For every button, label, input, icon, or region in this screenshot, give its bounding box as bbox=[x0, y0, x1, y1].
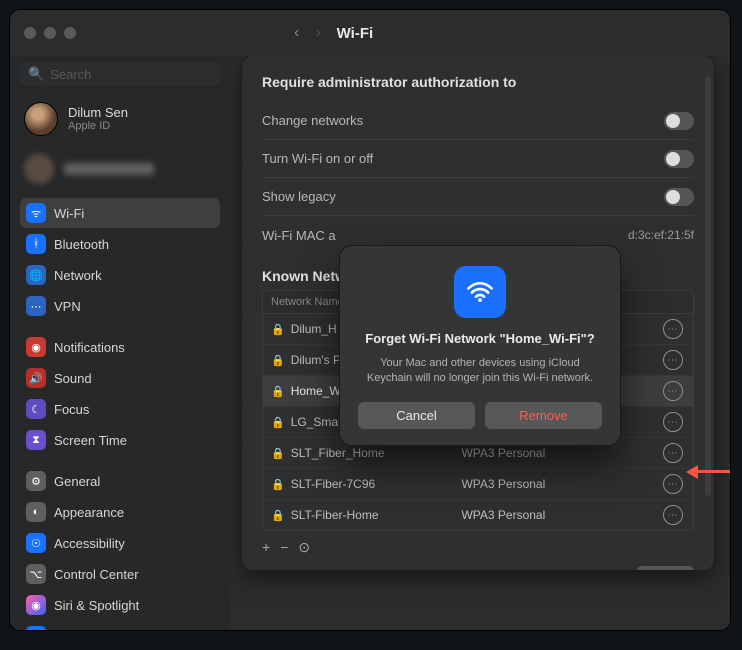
sidebar-item-screentime[interactable]: ⧗ Screen Time bbox=[20, 425, 220, 455]
lock-icon: 🔒 bbox=[271, 323, 285, 336]
options-button[interactable]: ⊙ bbox=[298, 539, 310, 556]
back-button[interactable]: ‹ bbox=[294, 24, 299, 42]
add-button[interactable]: + bbox=[262, 539, 270, 556]
toggle[interactable] bbox=[664, 150, 694, 168]
table-row[interactable]: 🔒SLT-Fiber-7C96WPA3 Personal⋯ bbox=[263, 469, 693, 500]
sound-icon: 🔊 bbox=[26, 368, 46, 388]
user-sub: Apple ID bbox=[68, 120, 128, 132]
sidebar: 🔍 Search Dilum Sen Apple ID ᯤ Wi-Fi ᚼ bbox=[10, 56, 230, 630]
toggle[interactable] bbox=[664, 188, 694, 206]
globe-icon: 🌐 bbox=[26, 265, 46, 285]
sidebar-item-controlcenter[interactable]: ⌥ Control Center bbox=[20, 559, 220, 589]
row-more-icon[interactable]: ⋯ bbox=[663, 474, 683, 494]
turn-wifi-row: Turn Wi-Fi on or off bbox=[262, 140, 694, 178]
sidebar-item-bluetooth[interactable]: ᚼ Bluetooth bbox=[20, 229, 220, 259]
dialog-title: Forget Wi-Fi Network "Home_Wi-Fi"? bbox=[358, 330, 602, 348]
search-placeholder: Search bbox=[50, 67, 91, 82]
close-window-button[interactable] bbox=[24, 27, 36, 39]
lock-icon: 🔒 bbox=[271, 447, 285, 460]
hand-icon: ✋ bbox=[26, 626, 46, 630]
lock-icon: 🔒 bbox=[271, 354, 285, 367]
lock-icon: 🔒 bbox=[271, 385, 285, 398]
main-content: 🔒 🔗 🔒 ᯤ ⋯ 🔒 ᯤ ⋯ bbox=[230, 56, 730, 630]
forward-button[interactable]: › bbox=[315, 24, 320, 42]
sidebar-item-focus[interactable]: ☾ Focus bbox=[20, 394, 220, 424]
search-icon: 🔍 bbox=[28, 66, 44, 82]
admin-auth-heading: Require administrator authorization to bbox=[262, 74, 694, 90]
sidebar-item-sound[interactable]: 🔊 Sound bbox=[20, 363, 220, 393]
row-more-icon[interactable]: ⋯ bbox=[663, 412, 683, 432]
sidebar-item-wifi[interactable]: ᯤ Wi-Fi bbox=[20, 198, 220, 228]
bell-icon: ◉ bbox=[26, 337, 46, 357]
lock-icon: 🔒 bbox=[271, 509, 285, 522]
appearance-icon: ◐ bbox=[26, 502, 46, 522]
dialog-message: Your Mac and other devices using iCloud … bbox=[358, 356, 602, 387]
minimize-window-button[interactable] bbox=[44, 27, 56, 39]
table-toolbar: + − ⊙ bbox=[262, 539, 694, 556]
accessibility-icon: ☉ bbox=[26, 533, 46, 553]
mac-address-value: d:3c:ef:21:5f bbox=[628, 228, 694, 242]
apple-id-row[interactable]: Dilum Sen Apple ID bbox=[20, 96, 220, 142]
scrollbar[interactable] bbox=[705, 76, 711, 496]
forget-network-dialog: Forget Wi-Fi Network "Home_Wi-Fi"? Your … bbox=[340, 246, 620, 445]
user-name: Dilum Sen bbox=[68, 106, 128, 121]
system-settings-window: ‹ › Wi-Fi 🔍 Search Dilum Sen Apple ID bbox=[10, 10, 730, 630]
vpn-icon: ⋯ bbox=[26, 296, 46, 316]
done-button[interactable]: Done bbox=[637, 566, 694, 570]
sidebar-item-siri[interactable]: ◉ Siri & Spotlight bbox=[20, 590, 220, 620]
remove-button-small[interactable]: − bbox=[280, 539, 288, 556]
hourglass-icon: ⧗ bbox=[26, 430, 46, 450]
sidebar-item-network[interactable]: 🌐 Network bbox=[20, 260, 220, 290]
lock-icon: 🔒 bbox=[271, 416, 285, 429]
wifi-icon: ᯤ bbox=[26, 203, 46, 223]
cancel-button[interactable]: Cancel bbox=[358, 402, 475, 429]
bluetooth-icon: ᚼ bbox=[26, 234, 46, 254]
show-legacy-row: Show legacy bbox=[262, 178, 694, 216]
change-networks-row: Change networks bbox=[262, 102, 694, 140]
control-icon: ⌥ bbox=[26, 564, 46, 584]
sidebar-item-privacy[interactable]: ✋ Privacy & Security bbox=[20, 621, 220, 630]
sidebar-item-accessibility[interactable]: ☉ Accessibility bbox=[20, 528, 220, 558]
row-more-icon[interactable]: ⋯ bbox=[663, 350, 683, 370]
family-row[interactable] bbox=[20, 148, 220, 190]
table-row[interactable]: 🔒SLT-Fiber-HomeWPA3 Personal⋯ bbox=[263, 500, 693, 530]
avatar bbox=[24, 102, 58, 136]
traffic-lights[interactable] bbox=[24, 27, 76, 39]
row-more-icon[interactable]: ⋯ bbox=[663, 443, 683, 463]
siri-icon: ◉ bbox=[26, 595, 46, 615]
row-more-icon[interactable]: ⋯ bbox=[663, 381, 683, 401]
wifi-icon bbox=[454, 266, 506, 318]
titlebar: ‹ › Wi-Fi bbox=[10, 10, 730, 56]
row-more-icon[interactable]: ⋯ bbox=[663, 319, 683, 339]
search-input[interactable]: 🔍 Search bbox=[20, 62, 220, 86]
page-title: Wi-Fi bbox=[337, 25, 374, 42]
toggle[interactable] bbox=[664, 112, 694, 130]
row-more-icon[interactable]: ⋯ bbox=[663, 505, 683, 525]
gear-icon: ⚙ bbox=[26, 471, 46, 491]
zoom-window-button[interactable] bbox=[64, 27, 76, 39]
sidebar-item-notifications[interactable]: ◉ Notifications bbox=[20, 332, 220, 362]
lock-icon: 🔒 bbox=[271, 478, 285, 491]
sidebar-item-general[interactable]: ⚙ General bbox=[20, 466, 220, 496]
nav-controls: ‹ › Wi-Fi bbox=[294, 24, 373, 42]
moon-icon: ☾ bbox=[26, 399, 46, 419]
sidebar-item-appearance[interactable]: ◐ Appearance bbox=[20, 497, 220, 527]
remove-button[interactable]: Remove bbox=[485, 402, 602, 429]
sidebar-item-vpn[interactable]: ⋯ VPN bbox=[20, 291, 220, 321]
